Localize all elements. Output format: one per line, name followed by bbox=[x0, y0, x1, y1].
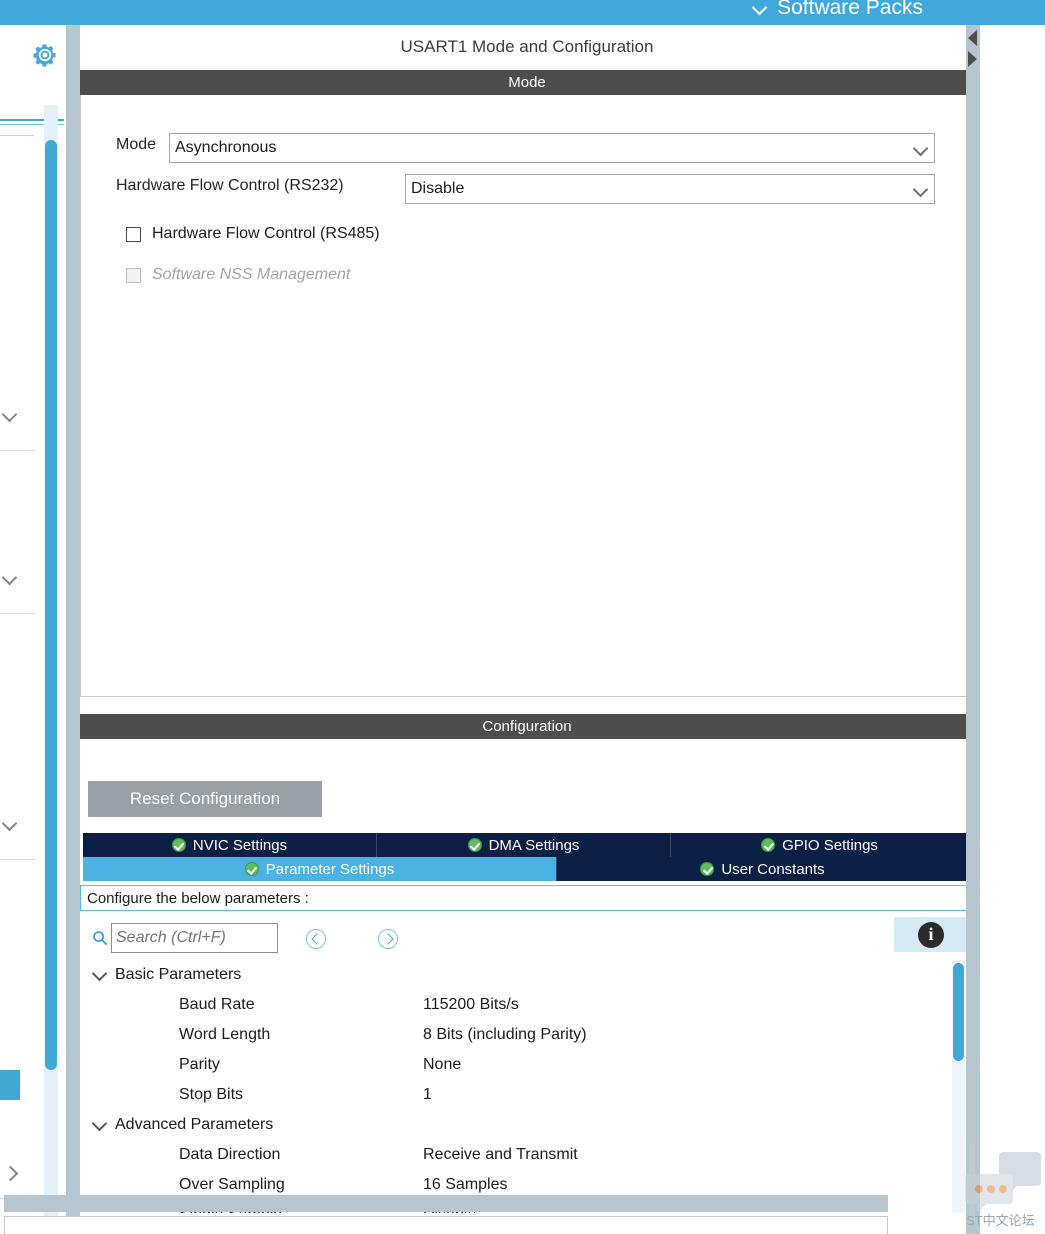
parameter-value: 115200 Bits/s bbox=[423, 996, 519, 1013]
collapse-left-arrow-icon[interactable] bbox=[968, 30, 977, 46]
sidebar-divider bbox=[0, 135, 34, 136]
green-check-icon bbox=[171, 838, 186, 852]
app-window: Software Packs USART1 Mode and Configura… bbox=[0, 0, 1045, 1234]
mode-select-value: Asynchronous bbox=[175, 139, 277, 156]
sidebar-chevron-down-icon[interactable] bbox=[2, 408, 18, 424]
parameter-name: Parity bbox=[179, 1056, 220, 1073]
right-gutter bbox=[966, 25, 980, 1234]
info-icon: i bbox=[918, 921, 944, 948]
expand-right-arrow-icon[interactable] bbox=[968, 51, 977, 67]
sidebar-chevron-down-icon[interactable] bbox=[2, 571, 18, 587]
mode-field-row: Mode bbox=[116, 136, 156, 154]
sidebar-selected-marker bbox=[0, 1070, 20, 1100]
search-icon bbox=[93, 931, 108, 946]
tab-nvic-settings[interactable]: NVIC Settings bbox=[83, 833, 377, 857]
software-packs-menu[interactable]: Software Packs bbox=[753, 0, 923, 20]
configuration-section-body: Reset Configuration NVIC Settings DMA Se… bbox=[80, 739, 974, 1234]
info-button[interactable]: i bbox=[894, 917, 968, 952]
parameter-name: Word Length bbox=[179, 1026, 271, 1043]
tab-label: NVIC Settings bbox=[192, 836, 288, 854]
bottom-strip bbox=[4, 1216, 888, 1234]
parameter-name: Baud Rate bbox=[179, 996, 255, 1013]
checkbox-icon[interactable] bbox=[126, 226, 141, 242]
sidebar-chevron-right-icon[interactable] bbox=[2, 1165, 18, 1181]
parameter-group-advanced[interactable]: Advanced Parameters bbox=[80, 1110, 971, 1140]
circle-arrow-right-icon[interactable] bbox=[378, 929, 398, 949]
software-nss-management-row: Software NSS Management bbox=[126, 266, 350, 284]
software-nss-management-label: Software NSS Management bbox=[152, 266, 351, 283]
tab-user-constants[interactable]: User Constants bbox=[557, 857, 968, 881]
green-check-icon bbox=[700, 862, 715, 876]
chevron-down-icon bbox=[91, 1116, 109, 1134]
chevron-down-icon bbox=[753, 1, 768, 16]
sidebar-divider bbox=[0, 450, 35, 451]
reset-configuration-button[interactable]: Reset Configuration bbox=[88, 781, 322, 817]
configuration-section-header: Configuration bbox=[80, 714, 974, 739]
mode-section-body: Mode Asynchronous Hardware Flow Control … bbox=[80, 95, 974, 697]
sidebar-divider bbox=[0, 859, 35, 860]
hardware-flow-control-rs232-select[interactable]: Disable bbox=[405, 174, 935, 204]
hardware-flow-control-rs232-label: Hardware Flow Control (RS232) bbox=[116, 177, 344, 194]
parameter-name: Stop Bits bbox=[179, 1086, 244, 1103]
table-row[interactable]: Stop Bits 1 bbox=[80, 1080, 971, 1110]
tab-label: Parameter Settings bbox=[265, 860, 395, 878]
parameters-scrollbar-thumb[interactable] bbox=[953, 963, 964, 1061]
search-input[interactable] bbox=[111, 923, 278, 953]
gear-icon[interactable] bbox=[31, 41, 59, 69]
checkbox-disabled-icon bbox=[126, 267, 141, 283]
parameter-value: None bbox=[423, 1056, 462, 1073]
main-panel: USART1 Mode and Configuration Mode Mode … bbox=[80, 25, 974, 1234]
page-title: USART1 Mode and Configuration bbox=[80, 25, 974, 70]
chevron-down-icon bbox=[91, 966, 109, 984]
green-check-icon bbox=[467, 838, 482, 852]
table-row[interactable]: Parity None bbox=[80, 1050, 971, 1080]
outer-right-area bbox=[980, 25, 1045, 1234]
mode-select[interactable]: Asynchronous bbox=[169, 133, 935, 163]
sidebar-chevron-down-icon[interactable] bbox=[2, 817, 18, 833]
tab-parameter-settings[interactable]: Parameter Settings bbox=[83, 857, 557, 881]
configuration-tabs-row-1: NVIC Settings DMA Settings GPIO Settings bbox=[83, 833, 968, 857]
green-check-icon bbox=[244, 862, 259, 876]
group-label: Advanced Parameters bbox=[115, 1116, 274, 1133]
green-check-icon bbox=[761, 838, 776, 852]
sidebar-scrollbar-thumb[interactable] bbox=[45, 140, 57, 1070]
configuration-tabs-row-2: Parameter Settings User Constants bbox=[83, 857, 968, 881]
hardware-flow-control-rs232-value: Disable bbox=[411, 180, 465, 197]
chevron-down-icon bbox=[908, 175, 934, 203]
software-packs-label: Software Packs bbox=[777, 0, 923, 19]
watermark-label: ST中文论坛 bbox=[966, 1213, 1035, 1228]
tab-label: GPIO Settings bbox=[782, 836, 878, 854]
tab-label: User Constants bbox=[721, 860, 825, 878]
circle-arrow-left-icon[interactable] bbox=[306, 929, 326, 949]
parameter-value: 16 Samples bbox=[423, 1176, 508, 1193]
parameter-name: Data Direction bbox=[179, 1146, 281, 1163]
table-row[interactable]: Baud Rate 115200 Bits/s bbox=[80, 990, 971, 1020]
parameter-name: Over Sampling bbox=[179, 1176, 285, 1193]
table-row[interactable]: Word Length 8 Bits (including Parity) bbox=[80, 1020, 971, 1050]
mode-section-header: Mode bbox=[80, 70, 974, 95]
sidebar-divider bbox=[0, 613, 35, 614]
tab-dma-settings[interactable]: DMA Settings bbox=[377, 833, 671, 857]
hardware-flow-control-rs485-row[interactable]: Hardware Flow Control (RS485) bbox=[126, 225, 380, 243]
parameter-value: 1 bbox=[423, 1086, 432, 1103]
parameter-value: 8 Bits (including Parity) bbox=[423, 1026, 587, 1043]
flow-field-row: Hardware Flow Control (RS232) bbox=[116, 177, 344, 195]
table-row[interactable]: Data Direction Receive and Transmit bbox=[80, 1140, 971, 1170]
configure-hint: Configure the below parameters : bbox=[80, 885, 971, 911]
chevron-down-icon bbox=[908, 134, 934, 162]
parameters-list: Basic Parameters Baud Rate 115200 Bits/s… bbox=[80, 960, 971, 1213]
tab-gpio-settings[interactable]: GPIO Settings bbox=[671, 833, 968, 857]
mode-label: Mode bbox=[116, 136, 157, 153]
horizontal-scrollbar[interactable] bbox=[4, 1195, 888, 1212]
hardware-flow-control-rs485-label: Hardware Flow Control (RS485) bbox=[152, 225, 380, 242]
parameter-group-basic[interactable]: Basic Parameters bbox=[80, 960, 971, 990]
tab-label: DMA Settings bbox=[488, 836, 580, 854]
group-label: Basic Parameters bbox=[115, 966, 242, 983]
search-toolbar: i bbox=[80, 917, 971, 959]
sidebar-gutter bbox=[66, 25, 80, 1234]
parameter-value: Receive and Transmit bbox=[423, 1146, 578, 1163]
top-ribbon: Software Packs bbox=[0, 0, 1045, 25]
